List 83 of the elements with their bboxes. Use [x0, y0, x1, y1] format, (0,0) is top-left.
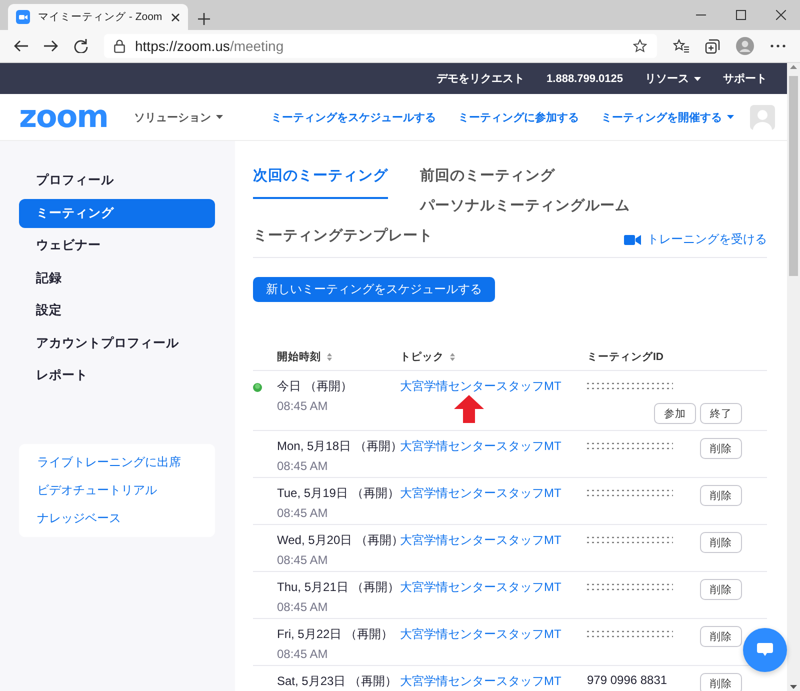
meeting-date: Wed, 5月20日 （再開）	[277, 532, 400, 548]
tab[interactable]: ミーティングテンプレート	[253, 226, 433, 249]
meeting-topic-link[interactable]: 大宮学情センタースタッフMT	[400, 627, 562, 641]
top-bar-link[interactable]: デモをリクエスト	[436, 71, 525, 86]
training-link[interactable]: トレーニングを受ける	[624, 231, 767, 248]
meeting-action-button[interactable]: 削除	[700, 673, 742, 691]
meeting-action-button[interactable]: 削除	[700, 626, 742, 647]
header-link[interactable]: ミーティングをスケジュールする	[271, 110, 436, 124]
close-icon[interactable]	[171, 12, 180, 22]
sidebar-item[interactable]: ミーティング	[19, 198, 215, 228]
more-icon[interactable]	[770, 44, 786, 48]
top-bar-link[interactable]: リソース	[645, 71, 701, 86]
meeting-date: Tue, 5月19日 （再開）	[277, 485, 400, 501]
meeting-time: 08:45 AM	[277, 600, 329, 614]
meeting-topic-link[interactable]: 大宮学情センタースタッフMT	[400, 439, 562, 453]
meeting-action-button[interactable]: 参加	[654, 403, 696, 424]
meeting-topic-link[interactable]: 大宮学情センタースタッフMT	[400, 580, 562, 594]
column-header: ミーティングID	[587, 350, 664, 364]
caret-icon	[216, 115, 223, 119]
reload-icon[interactable]	[74, 39, 88, 53]
schedule-meeting-button[interactable]: 新しいミーティングをスケジュールする	[253, 277, 495, 302]
sort-icon[interactable]	[450, 353, 455, 361]
sidebar-item[interactable]: 記録	[19, 264, 215, 292]
meeting-time: 08:45 AM	[277, 459, 329, 473]
meeting-date: Fri, 5月22日 （再開）	[277, 626, 394, 642]
meeting-topic-link[interactable]: 大宮学情センタースタッフMT	[400, 379, 562, 393]
star-icon[interactable]	[633, 39, 647, 53]
meeting-date: Thu, 5月21日 （再開）	[277, 579, 400, 595]
new-tab-icon[interactable]	[198, 13, 210, 25]
favorites-icon[interactable]	[673, 39, 689, 53]
help-link[interactable]: ナレッジベース	[37, 510, 121, 527]
meeting-action-button[interactable]: 削除	[700, 532, 742, 553]
sidebar-item[interactable]: レポート	[19, 361, 215, 390]
meeting-date: Mon, 5月18日 （再開）	[277, 438, 400, 454]
meeting-time: 08:45 AM	[277, 506, 329, 520]
meeting-topic-link[interactable]: 大宮学情センタースタッフMT	[400, 674, 562, 688]
sidebar-item[interactable]: アカウントプロフィール	[19, 328, 215, 358]
meeting-time: 08:45 AM	[277, 553, 329, 567]
header-link[interactable]: ミーティングを開催する	[601, 110, 734, 124]
sidebar-item[interactable]: 設定	[19, 296, 215, 325]
meeting-action-button[interactable]: 削除	[700, 485, 742, 506]
video-camera-icon	[624, 234, 641, 246]
meeting-topic-link[interactable]: 大宮学情センタースタッフMT	[400, 486, 562, 500]
meeting-action-button[interactable]: 終了	[700, 403, 742, 424]
url-text: https://zoom.us/meeting	[135, 38, 284, 54]
scroll-down-icon[interactable]	[789, 682, 798, 691]
meeting-date: 今日 （再開）	[277, 378, 354, 394]
close-icon[interactable]	[776, 10, 786, 20]
meeting-time: 08:45 AM	[277, 647, 329, 661]
help-link[interactable]: ビデオチュートリアル	[37, 482, 157, 499]
help-link[interactable]: ライブトレーニングに出席	[37, 454, 181, 471]
address-bar[interactable]: https://zoom.us/meeting	[104, 34, 657, 58]
lock-icon	[114, 39, 125, 53]
chat-bubble-icon	[757, 643, 773, 657]
back-arrow-icon[interactable]	[14, 40, 28, 52]
meeting-topic-link[interactable]: 大宮学情センタースタッフMT	[400, 533, 562, 547]
meeting-date: Sat, 5月23日 （再開）	[277, 673, 398, 689]
tab[interactable]: パーソナルミーティングルーム	[420, 196, 630, 219]
caret-icon	[694, 76, 701, 80]
header-link[interactable]: ミーティングに参加する	[458, 110, 579, 124]
forward-arrow-icon[interactable]	[44, 40, 58, 52]
maximize-icon[interactable]	[736, 10, 746, 20]
meeting-id: 979 0996 8831	[587, 673, 668, 687]
solutions-menu[interactable]: ソリューション	[134, 110, 223, 124]
column-header[interactable]: トピック	[400, 350, 444, 364]
column-header[interactable]: 開始時刻	[277, 350, 321, 364]
browser-tab[interactable]: マイミーティング - Zoom	[8, 4, 188, 30]
tab[interactable]: 前回のミーティング	[420, 166, 555, 189]
top-bar-link[interactable]: サポート	[723, 71, 767, 86]
tab-title: マイミーティング - Zoom	[38, 10, 163, 24]
meeting-action-button[interactable]: 削除	[700, 579, 742, 600]
video-camera-icon	[16, 10, 30, 24]
scrollbar-thumb[interactable]	[789, 76, 798, 276]
collections-icon[interactable]	[705, 38, 720, 54]
top-bar-link[interactable]: 1.888.799.0125	[546, 72, 623, 84]
sort-icon[interactable]	[327, 353, 332, 361]
avatar-icon[interactable]	[736, 37, 754, 55]
sidebar-item[interactable]: ウェビナー	[19, 231, 215, 260]
caret-icon	[727, 115, 734, 119]
tab[interactable]: 次回のミーティング	[253, 166, 388, 199]
meeting-time: 08:45 AM	[277, 399, 329, 413]
meeting-action-button[interactable]: 削除	[700, 438, 742, 459]
sidebar-item[interactable]: プロフィール	[19, 166, 215, 195]
